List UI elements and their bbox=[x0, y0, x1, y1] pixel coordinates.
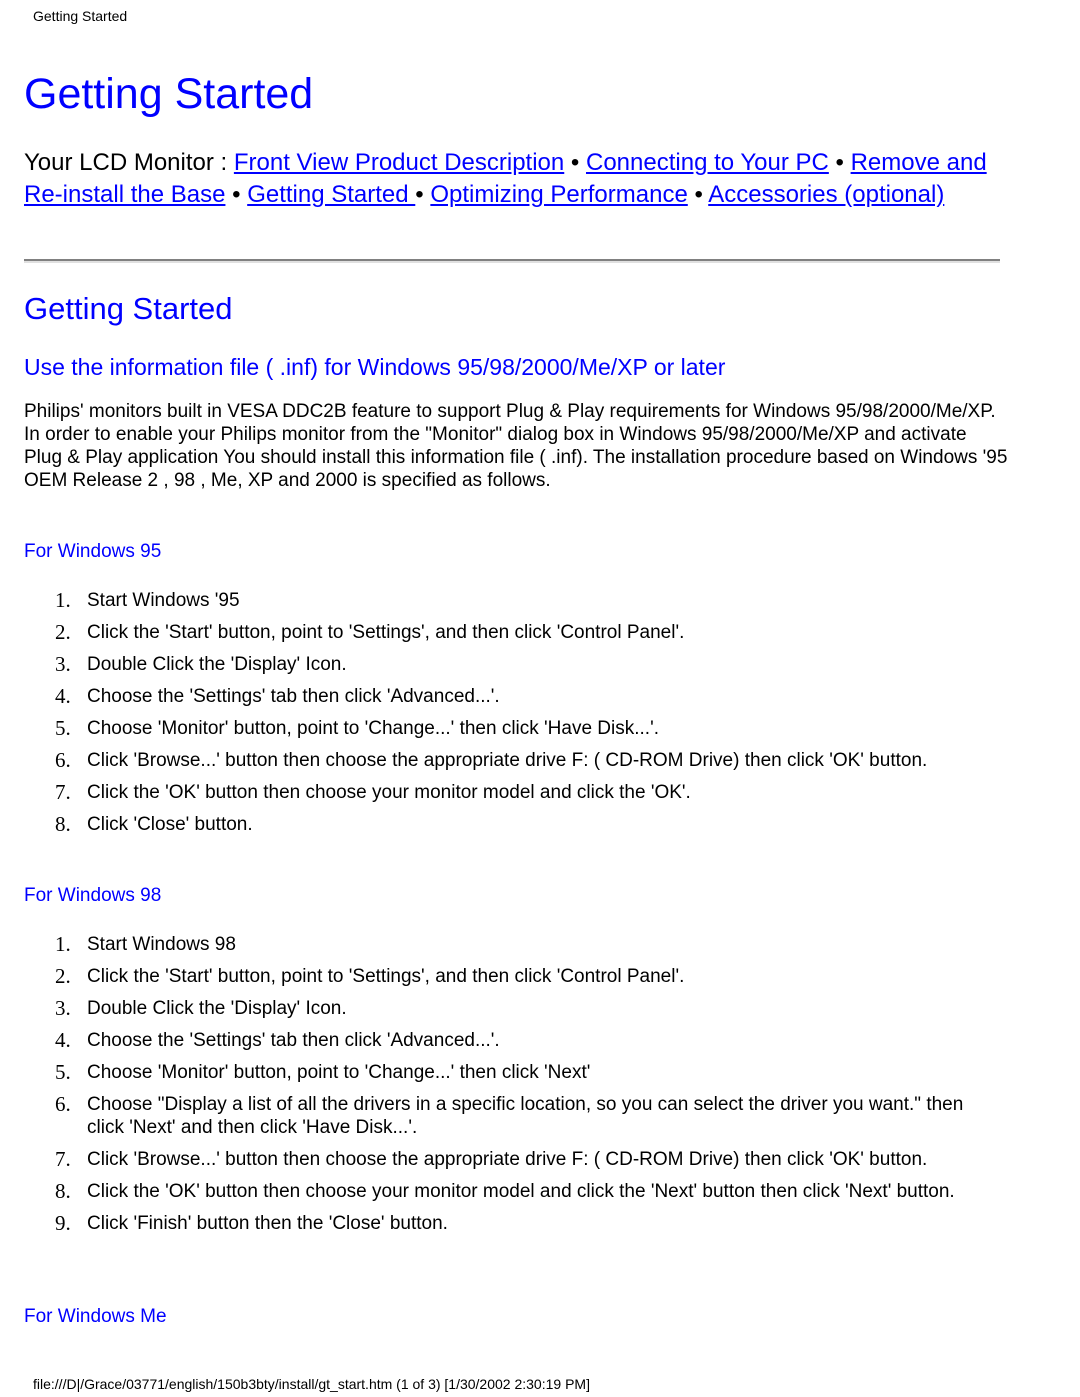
step-text: Double Click the 'Display' Icon. bbox=[87, 998, 347, 1019]
list-item: 3. Double Click the 'Display' Icon. bbox=[0, 997, 990, 1020]
step-text: Click 'Close' button. bbox=[87, 814, 253, 835]
nav-separator: • bbox=[564, 149, 586, 176]
step-text: Choose 'Monitor' button, point to 'Chang… bbox=[87, 718, 659, 739]
list-item: 4. Choose the 'Settings' tab then click '… bbox=[0, 1029, 990, 1052]
step-number: 4. bbox=[55, 684, 71, 708]
list-item: 5. Choose 'Monitor' button, point to 'Cha… bbox=[0, 717, 990, 740]
step-text: Click 'Browse...' button then choose the… bbox=[87, 1149, 928, 1170]
list-item: 2. Click the 'Start' button, point to 'Se… bbox=[0, 621, 990, 644]
nav-link-getting-started[interactable]: Getting Started bbox=[247, 181, 415, 208]
step-text: Click the 'OK' button then choose your m… bbox=[87, 782, 691, 803]
step-number: 1. bbox=[55, 932, 71, 956]
step-text: Double Click the 'Display' Icon. bbox=[87, 654, 347, 675]
step-number: 5. bbox=[55, 1060, 71, 1084]
nav-link-connecting[interactable]: Connecting to Your PC bbox=[586, 149, 829, 176]
list-item: 9. Click 'Finish' button then the 'Close'… bbox=[0, 1212, 990, 1235]
step-number: 6. bbox=[55, 1092, 71, 1116]
nav-separator: • bbox=[415, 181, 431, 208]
step-number: 6. bbox=[55, 748, 71, 772]
list-item: 7. Click the 'OK' button then choose your… bbox=[0, 781, 990, 804]
step-text: Choose the 'Settings' tab then click 'Ad… bbox=[87, 1030, 500, 1051]
step-text: Choose 'Monitor' button, point to 'Chang… bbox=[87, 1062, 591, 1083]
nav-link-optimizing[interactable]: Optimizing Performance bbox=[430, 181, 687, 208]
step-number: 8. bbox=[55, 1179, 71, 1203]
nav-separator: • bbox=[828, 149, 851, 176]
nav-link-accessories[interactable]: Accessories (optional) bbox=[708, 181, 944, 208]
nav-prefix: Your LCD Monitor : bbox=[24, 149, 234, 176]
list-item: 1. Start Windows 98 bbox=[0, 933, 990, 956]
page-title: Getting Started bbox=[24, 70, 314, 118]
list-item: 6. Choose "Display a list of all the driv… bbox=[0, 1093, 990, 1139]
step-number: 3. bbox=[55, 996, 71, 1020]
intro-paragraph: Philips' monitors built in VESA DDC2B fe… bbox=[24, 401, 1008, 491]
list-item: 7. Click 'Browse...' button then choose t… bbox=[0, 1148, 990, 1171]
win98-steps: 1. Start Windows 98 2. Click the 'Start' b… bbox=[0, 933, 990, 1244]
step-text: Click 'Browse...' button then choose the… bbox=[87, 750, 928, 771]
list-item: 3. Double Click the 'Display' Icon. bbox=[0, 653, 990, 676]
section-title: Getting Started bbox=[24, 291, 233, 326]
page-footer-url: file:///D|/Grace/03771/english/150b3bty/… bbox=[33, 1376, 590, 1392]
list-item: 1. Start Windows '95 bbox=[0, 589, 990, 612]
step-number: 8. bbox=[55, 812, 71, 836]
section-subheading: Use the information file ( .inf) for Win… bbox=[24, 354, 726, 380]
step-text: Click 'Finish' button then the 'Close' b… bbox=[87, 1213, 448, 1234]
breadcrumb-nav: Your LCD Monitor : Front View Product De… bbox=[24, 147, 1004, 211]
list-item: 4. Choose the 'Settings' tab then click '… bbox=[0, 685, 990, 708]
step-text: Choose the 'Settings' tab then click 'Ad… bbox=[87, 686, 500, 707]
nav-link-front-view[interactable]: Front View Product Description bbox=[234, 149, 564, 176]
step-number: 5. bbox=[55, 716, 71, 740]
list-item: 5. Choose 'Monitor' button, point to 'Cha… bbox=[0, 1061, 990, 1084]
winme-heading: For Windows Me bbox=[24, 1306, 167, 1327]
step-number: 2. bbox=[55, 964, 71, 988]
nav-separator: • bbox=[687, 181, 709, 208]
step-text: Choose "Display a list of all the driver… bbox=[87, 1094, 964, 1138]
running-header: Getting Started bbox=[33, 8, 128, 24]
win98-heading: For Windows 98 bbox=[24, 885, 162, 906]
nav-separator: • bbox=[225, 181, 248, 208]
win95-steps: 1. Start Windows '95 2. Click the 'Start' … bbox=[0, 589, 990, 845]
list-item: 6. Click 'Browse...' button then choose t… bbox=[0, 749, 990, 772]
list-item: 8. Click 'Close' button. bbox=[0, 813, 990, 836]
step-number: 3. bbox=[55, 652, 71, 676]
list-item: 2. Click the 'Start' button, point to 'Se… bbox=[0, 965, 990, 988]
step-text: Start Windows 98 bbox=[87, 934, 236, 955]
list-item: 8. Click the 'OK' button then choose your… bbox=[0, 1180, 990, 1203]
step-number: 4. bbox=[55, 1028, 71, 1052]
horizontal-divider bbox=[24, 259, 1000, 263]
step-text: Click the 'OK' button then choose your m… bbox=[87, 1181, 955, 1202]
step-text: Start Windows '95 bbox=[87, 590, 240, 611]
step-number: 2. bbox=[55, 620, 71, 644]
step-number: 1. bbox=[55, 588, 71, 612]
step-number: 9. bbox=[55, 1211, 71, 1235]
win95-heading: For Windows 95 bbox=[24, 541, 162, 562]
step-text: Click the 'Start' button, point to 'Sett… bbox=[87, 622, 685, 643]
step-text: Click the 'Start' button, point to 'Sett… bbox=[87, 966, 685, 987]
step-number: 7. bbox=[55, 1147, 71, 1171]
step-number: 7. bbox=[55, 780, 71, 804]
